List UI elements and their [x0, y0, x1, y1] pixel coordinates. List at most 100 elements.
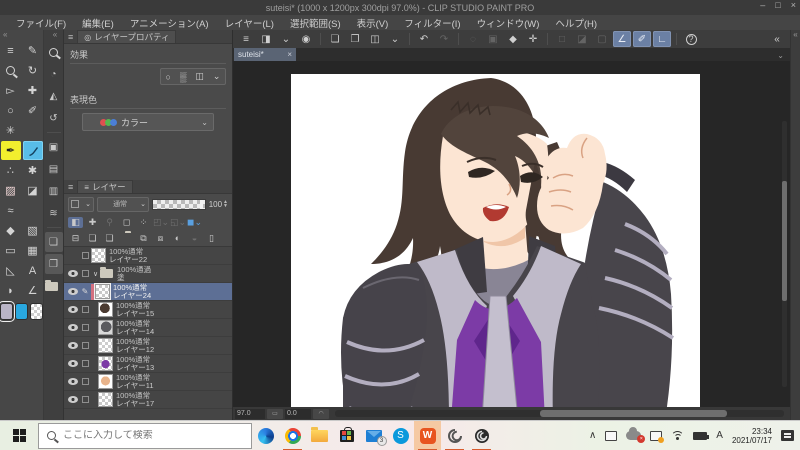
- rotation-value[interactable]: 0.0: [285, 408, 311, 419]
- figure-tool[interactable]: ▭: [1, 241, 21, 260]
- collapse-left-icon[interactable]: «: [0, 30, 43, 41]
- current-tool-icon[interactable]: ✎: [23, 41, 43, 60]
- panel-menu-icon[interactable]: ≡: [68, 32, 73, 42]
- battery-icon[interactable]: [693, 431, 710, 440]
- start-button[interactable]: [0, 421, 38, 450]
- help-button[interactable]: ?: [682, 31, 700, 47]
- layer-color-dropdown-icon[interactable]: ◼⌄: [187, 217, 202, 228]
- horizontal-scroll-thumb[interactable]: [540, 410, 727, 417]
- layer-checkbox[interactable]: [81, 252, 89, 259]
- fill-bucket-tool[interactable]: ◆: [1, 221, 21, 240]
- visibility-eye-icon[interactable]: [67, 378, 78, 385]
- search-input[interactable]: [63, 430, 223, 441]
- layer-checkbox[interactable]: [81, 378, 89, 385]
- layer-row-24-selected[interactable]: ✎ 100%通常 レイヤー24: [64, 283, 232, 301]
- zoom-fit-button[interactable]: ▭: [267, 408, 283, 419]
- vertical-scrollbar[interactable]: [782, 121, 787, 387]
- layer-row-11[interactable]: 100%通常 レイヤー11: [64, 373, 232, 391]
- sub-view-panel-icon[interactable]: ◔: [45, 64, 63, 84]
- panel-menu-icon[interactable]: ≡: [68, 182, 73, 192]
- onedrive-icon[interactable]: ×: [626, 427, 646, 443]
- layer-row-17[interactable]: 100%通常 レイヤー17: [64, 391, 232, 409]
- clip-studio-icon[interactable]: ◉: [297, 31, 315, 47]
- visibility-eye-icon[interactable]: [67, 270, 78, 277]
- tool-palette-menu-icon[interactable]: ≡: [1, 41, 21, 60]
- expression-color-dropdown[interactable]: カラー ⌄: [82, 113, 214, 131]
- zoom-value[interactable]: 97.0: [235, 408, 265, 419]
- layer-row-22[interactable]: 100%通常 レイヤー22: [64, 247, 232, 265]
- new-raster-layer-icon[interactable]: ❏: [85, 233, 100, 244]
- undo-button[interactable]: ↶: [415, 31, 433, 47]
- color-set-panel-icon[interactable]: ▥: [45, 181, 63, 201]
- horizontal-scrollbar[interactable]: [335, 410, 784, 417]
- fill-button[interactable]: ◆: [504, 31, 522, 47]
- collapse-right-icon[interactable]: «: [768, 31, 786, 47]
- tab-layer-property[interactable]: ◎ レイヤープロパティ: [77, 30, 177, 43]
- taskbar-app-mail[interactable]: 3: [360, 421, 387, 450]
- layer-checkbox[interactable]: [81, 396, 89, 403]
- menu-selection[interactable]: 選択範囲(S): [282, 16, 349, 30]
- layer-thumbnail[interactable]: [98, 320, 113, 335]
- menu-file[interactable]: ファイル(F): [8, 16, 74, 30]
- vertical-scroll-thumb[interactable]: [782, 181, 787, 301]
- balloon-tool[interactable]: ◗: [1, 281, 21, 300]
- menu-animation[interactable]: アニメーション(A): [122, 16, 217, 30]
- canvas-workspace[interactable]: [233, 61, 790, 407]
- visibility-eye-icon[interactable]: [67, 288, 78, 295]
- lasso-tool[interactable]: ○: [1, 101, 21, 120]
- menu-filter[interactable]: フィルター(I): [396, 16, 468, 30]
- save-chevron-icon[interactable]: ⌄: [386, 31, 404, 47]
- airbrush-tool[interactable]: ∴: [1, 161, 21, 180]
- transparent-color-swatch[interactable]: [30, 303, 43, 320]
- set-as-reference-icon[interactable]: ◰⌄: [153, 217, 169, 228]
- taskbar-clock[interactable]: 23:34 2021/07/17: [732, 427, 772, 445]
- taskbar-app-chrome[interactable]: [279, 421, 306, 450]
- material-download-panel-icon[interactable]: ▤: [45, 159, 63, 179]
- layer-checkbox[interactable]: [81, 324, 89, 331]
- invert-selection-button[interactable]: ▣: [484, 31, 502, 47]
- palette-color-dropdown[interactable]: ⌄: [68, 196, 94, 212]
- line-correct-tool[interactable]: ∠: [23, 281, 43, 300]
- main-menu-icon[interactable]: ≡: [237, 31, 255, 47]
- layer-row-12[interactable]: 100%通常 レイヤー12: [64, 337, 232, 355]
- crop-button[interactable]: ✛: [524, 31, 542, 47]
- tab-list-chevron-icon[interactable]: ⌄: [777, 51, 784, 60]
- rotate-canvas-tool[interactable]: ↻: [23, 61, 43, 80]
- open-file-button[interactable]: ❐: [346, 31, 364, 47]
- layer-color-effect-icon[interactable]: ◫: [195, 71, 204, 82]
- photos-tray-icon[interactable]: [650, 430, 665, 443]
- snap-to-ruler-button[interactable]: ∠: [613, 31, 631, 47]
- taskbar-search[interactable]: [38, 422, 252, 449]
- merge-down-icon[interactable]: ⧈: [153, 233, 168, 244]
- selection-launcher-1[interactable]: □: [553, 31, 571, 47]
- selection-launcher-3[interactable]: ▢: [593, 31, 611, 47]
- layer-checkbox[interactable]: [81, 270, 89, 277]
- artwork-canvas[interactable]: [291, 74, 700, 407]
- clip-to-layer-below-icon[interactable]: ◧: [68, 216, 83, 228]
- flip-view-panel-icon[interactable]: ◭: [45, 86, 63, 106]
- visibility-eye-icon[interactable]: [67, 306, 78, 313]
- layer-checkbox[interactable]: [81, 360, 89, 367]
- collapse-right-dock-icon[interactable]: «: [793, 30, 797, 39]
- main-color-swatch[interactable]: [0, 301, 15, 322]
- deselect-button[interactable]: ◌: [464, 31, 482, 47]
- hidden-icons-chevron[interactable]: ∧: [589, 430, 596, 441]
- save-button[interactable]: ◫: [366, 31, 384, 47]
- tab-layer[interactable]: ≡ レイヤー: [77, 180, 133, 193]
- new-vector-layer-icon[interactable]: ❑: [102, 233, 117, 244]
- menu-window[interactable]: ウィンドウ(W): [469, 16, 548, 30]
- selection-pen-tool[interactable]: ▨: [1, 181, 21, 200]
- apply-mask-icon[interactable]: ◒: [187, 233, 202, 243]
- blend-mode-dropdown[interactable]: 通常 ⌄: [97, 196, 149, 212]
- zoom-tool[interactable]: [1, 61, 21, 80]
- material-panel-icon[interactable]: ▣: [45, 137, 63, 157]
- layer-search-panel-icon[interactable]: ❏: [44, 232, 63, 252]
- draft-layer-icon[interactable]: ✚: [85, 217, 100, 228]
- opacity-stepper[interactable]: ▲ ▼: [223, 200, 228, 209]
- pen-tool[interactable]: ✒: [0, 141, 21, 160]
- workspace-icon[interactable]: ◨: [257, 31, 275, 47]
- layer-thumbnail[interactable]: [98, 356, 113, 371]
- action-center-icon[interactable]: [781, 430, 794, 441]
- layer-checkbox[interactable]: [81, 306, 89, 313]
- taskbar-app-store[interactable]: [333, 421, 360, 450]
